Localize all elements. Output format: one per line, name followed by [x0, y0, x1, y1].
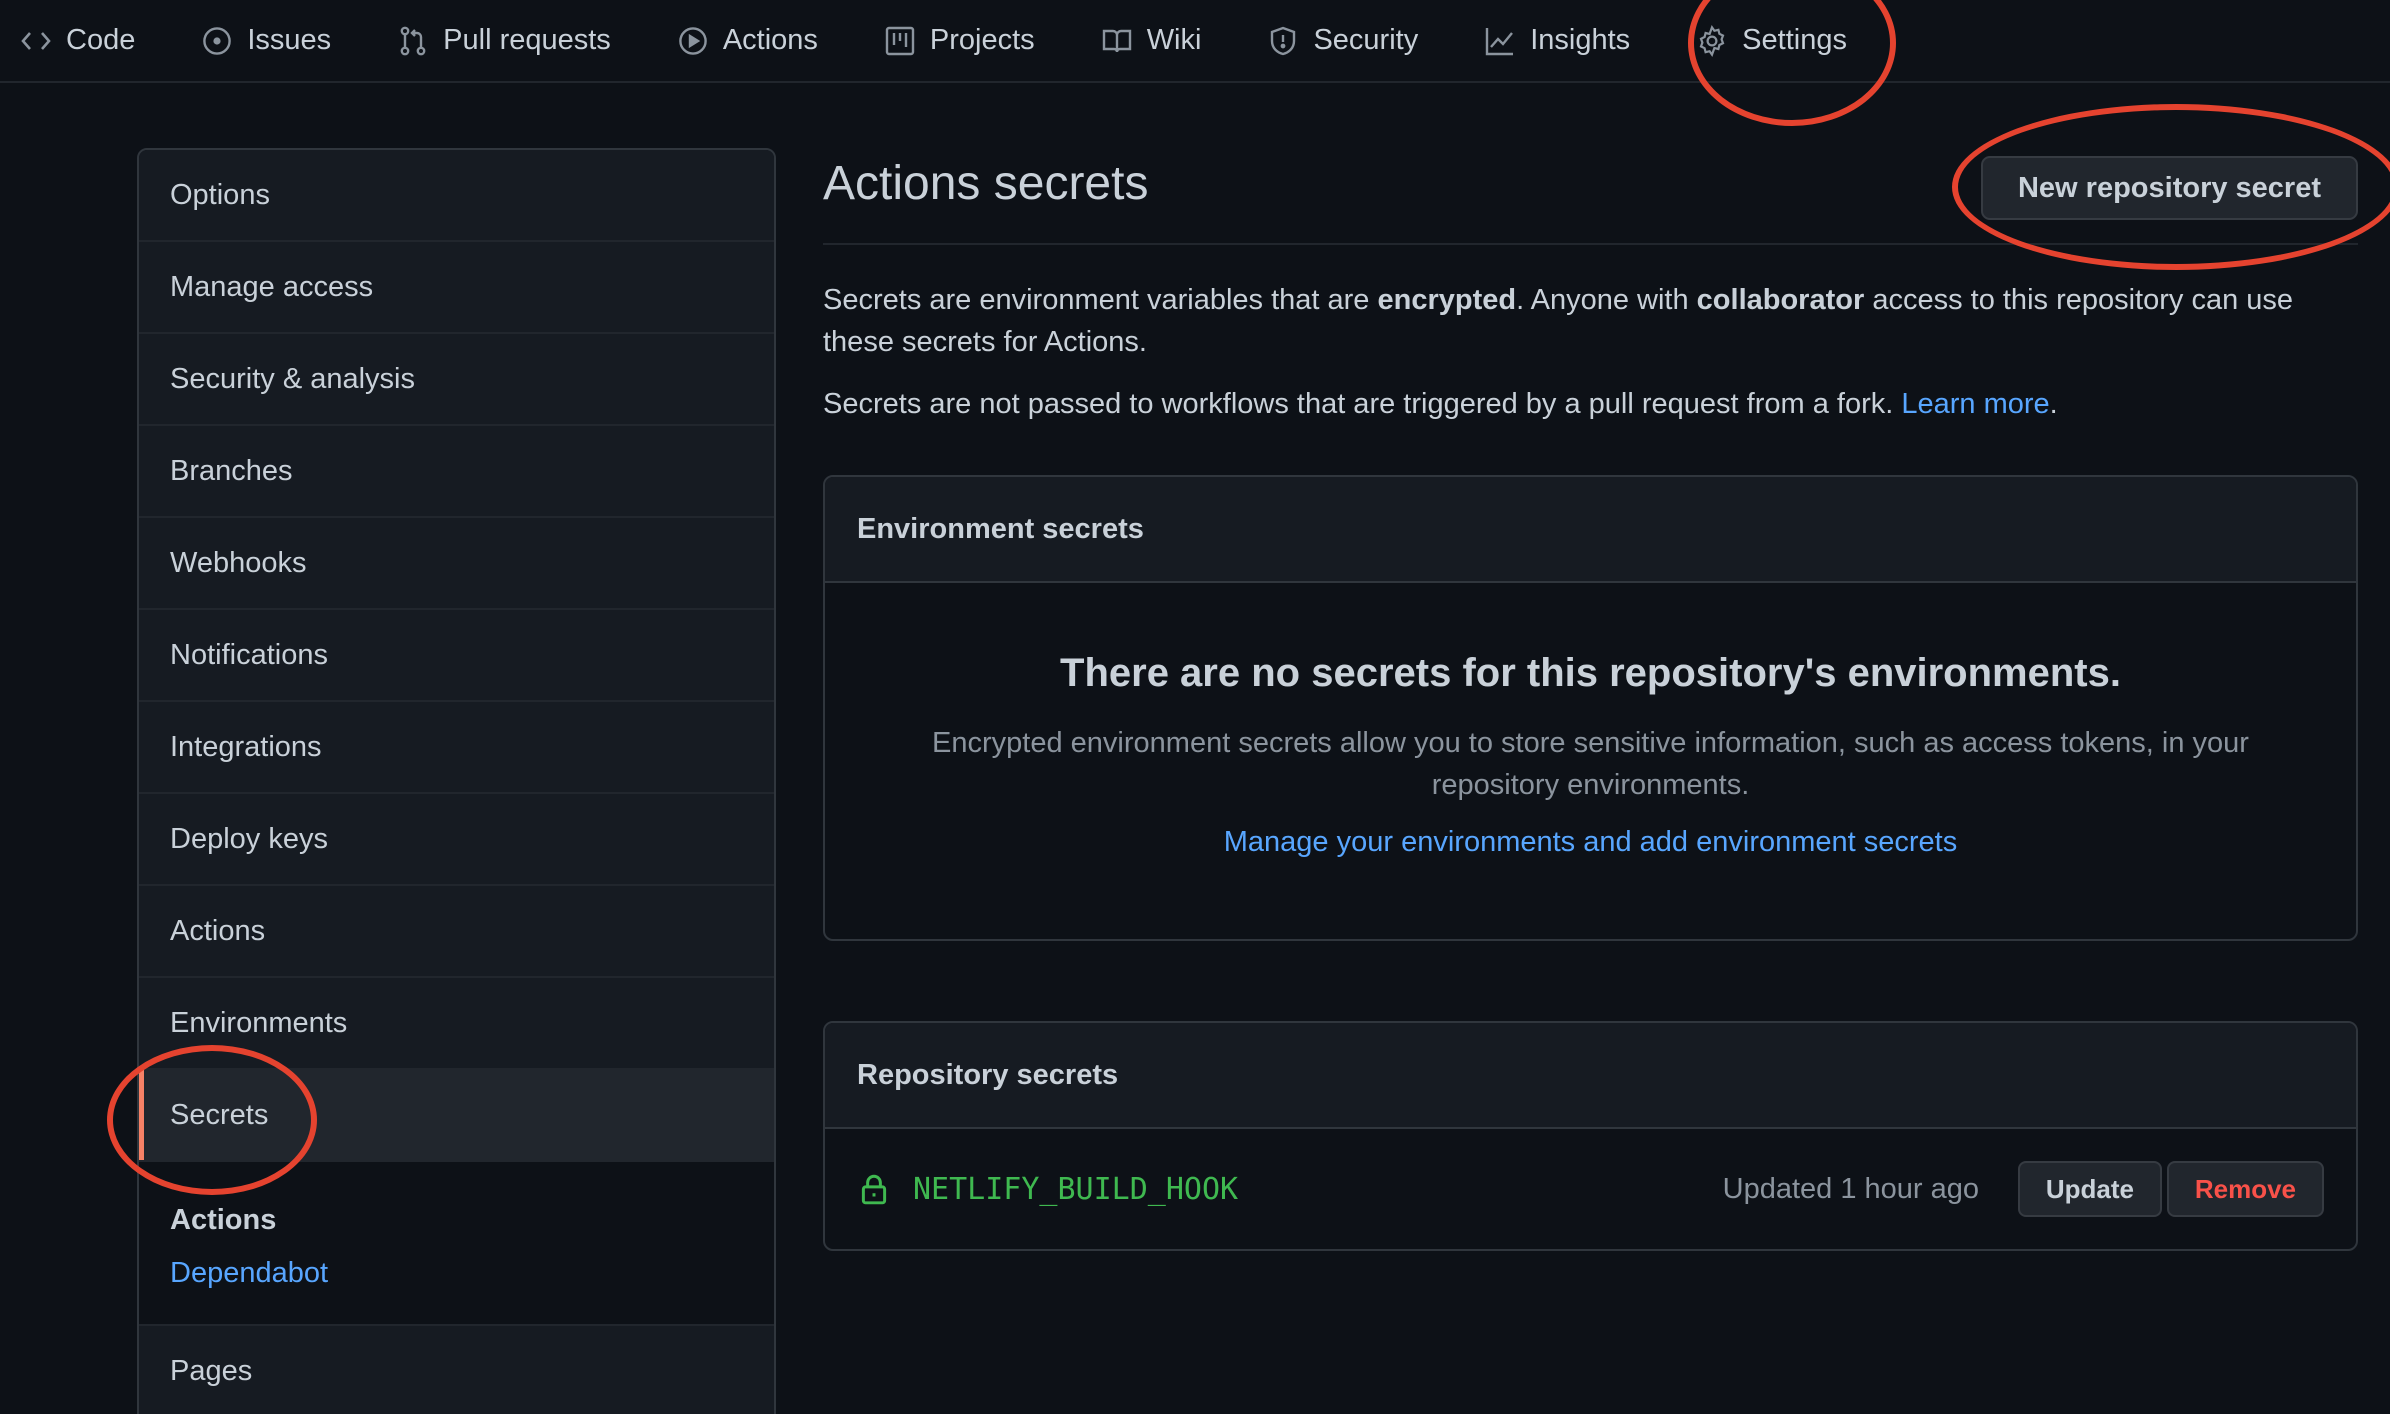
empty-state-title: There are no secrets for this repository… [1060, 651, 2121, 695]
sidebar-item-label: Branches [170, 454, 293, 487]
environment-secrets-empty-state: There are no secrets for this repository… [825, 583, 2356, 939]
sidebar-item-label: Actions [170, 914, 266, 947]
sidebar-item-deploy-keys[interactable]: Deploy keys [139, 794, 774, 886]
tab-pull-requests[interactable]: Pull requests [397, 0, 611, 82]
sidebar-item-branches[interactable]: Branches [139, 426, 774, 518]
learn-more-link[interactable]: Learn more [1901, 388, 2049, 420]
play-icon [677, 25, 709, 57]
tab-label: Actions [722, 24, 818, 56]
tab-actions[interactable]: Actions [677, 0, 818, 82]
remove-secret-button[interactable]: Remove [2166, 1161, 2324, 1217]
environment-secrets-box: Environment secrets There are no secrets… [823, 475, 2358, 941]
graph-icon [1484, 25, 1516, 57]
tab-insights[interactable]: Insights [1484, 0, 1630, 82]
desc-bold: encrypted [1377, 284, 1517, 316]
secret-row: NETLIFY_BUILD_HOOK Updated 1 hour ago Up… [825, 1129, 2356, 1249]
page-header: Actions secrets New repository secret [823, 148, 2358, 245]
sidebar-item-environments[interactable]: Environments [139, 978, 774, 1070]
tab-code[interactable]: Code [20, 0, 135, 82]
sidebar-item-integrations[interactable]: Integrations [139, 702, 774, 794]
tab-security[interactable]: Security [1267, 0, 1418, 82]
main-content: Actions secrets New repository secret Se… [823, 148, 2358, 1251]
desc-text: . Anyone with [1516, 284, 1697, 316]
lock-icon [857, 1172, 891, 1206]
sidebar-item-label: Options [170, 178, 270, 211]
sidebar-item-label: Security & analysis [170, 362, 415, 395]
update-secret-button[interactable]: Update [2017, 1161, 2162, 1217]
environment-secrets-header: Environment secrets [825, 477, 2356, 583]
sidebar-item-label: Webhooks [170, 546, 307, 579]
project-icon [884, 25, 916, 57]
new-repository-secret-button[interactable]: New repository secret [1980, 156, 2358, 220]
tab-label: Settings [1742, 24, 1847, 56]
sidebar-item-label: Secrets [170, 1098, 269, 1131]
sidebar-item-actions[interactable]: Actions [139, 886, 774, 978]
tab-label: Code [66, 24, 136, 56]
sidebar-item-label: Deploy keys [170, 822, 328, 855]
shield-icon [1267, 25, 1299, 57]
sidebar-item-pages[interactable]: Pages [139, 1326, 774, 1414]
tab-label: Issues [247, 24, 332, 56]
sidebar-item-label: Manage access [170, 270, 374, 303]
fork-notice: Secrets are not passed to workflows that… [823, 383, 2358, 425]
manage-environments-link[interactable]: Manage your environments and add environ… [1224, 826, 1957, 859]
sidebar-item-label: Notifications [170, 638, 328, 671]
sidebar-secrets-subnav: Actions Dependabot [139, 1162, 774, 1326]
sidebar-item-notifications[interactable]: Notifications [139, 610, 774, 702]
tab-projects[interactable]: Projects [884, 0, 1035, 82]
repository-secrets-header: Repository secrets [825, 1023, 2356, 1129]
book-icon [1101, 25, 1133, 57]
tab-settings[interactable]: Settings [1696, 0, 1847, 82]
gear-icon [1696, 24, 1728, 57]
sidebar-item-secrets[interactable]: Secrets [139, 1070, 774, 1162]
page: Code Issues Pull requests Actions Projec… [0, 0, 2390, 1414]
tab-label: Wiki [1146, 24, 1202, 56]
secret-updated: Updated 1 hour ago [1722, 1172, 1979, 1205]
sidebar-subitem-actions[interactable]: Actions [170, 1204, 743, 1237]
pull-request-icon [397, 25, 429, 57]
page-title: Actions secrets [823, 157, 1149, 210]
settings-sidebar: Options Manage access Security & analysi… [137, 148, 776, 1414]
desc-bold: collaborator [1696, 284, 1865, 316]
code-icon [20, 25, 52, 57]
sidebar-item-manage-access[interactable]: Manage access [139, 242, 774, 334]
repository-secrets-box: Repository secrets NETLIFY_BUILD_HOOK Up… [823, 1021, 2358, 1251]
tab-issues[interactable]: Issues [201, 0, 331, 82]
tab-label: Insights [1530, 24, 1631, 56]
tab-wiki[interactable]: Wiki [1101, 0, 1202, 82]
sidebar-item-security-analysis[interactable]: Security & analysis [139, 334, 774, 426]
sidebar-item-label: Integrations [170, 730, 322, 763]
sidebar-item-webhooks[interactable]: Webhooks [139, 518, 774, 610]
sidebar-item-options[interactable]: Options [139, 150, 774, 242]
issue-icon [201, 25, 233, 57]
sidebar-subitem-dependabot[interactable]: Dependabot [170, 1257, 743, 1290]
sidebar-item-label: Environments [170, 1006, 348, 1039]
fork-notice-end: . [2049, 388, 2058, 420]
repo-nav: Code Issues Pull requests Actions Projec… [0, 0, 2390, 83]
tab-label: Security [1313, 24, 1419, 56]
secrets-description: Secrets are environment variables that a… [823, 279, 2343, 363]
tab-label: Projects [929, 24, 1035, 56]
fork-notice-text: Secrets are not passed to workflows that… [823, 388, 1902, 420]
desc-text: Secrets are environment variables that a… [823, 284, 1378, 316]
tab-label: Pull requests [443, 24, 611, 56]
secret-name: NETLIFY_BUILD_HOOK [913, 1171, 1239, 1207]
sidebar-item-label: Pages [170, 1354, 253, 1387]
empty-state-text: Encrypted environment secrets allow you … [932, 727, 2249, 801]
